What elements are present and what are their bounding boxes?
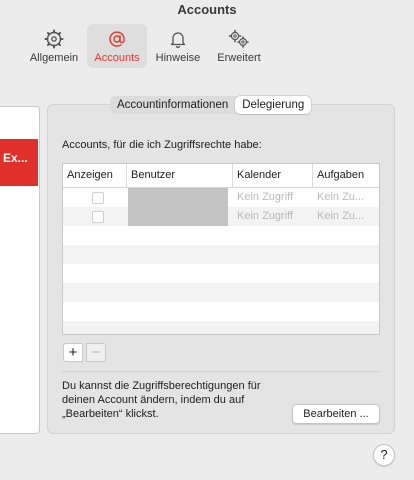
toolbar-hinweise-label: Hinweise <box>155 52 201 64</box>
user-name-redacted <box>128 188 228 207</box>
table-header: Anzeigen Benutzer Kalender Aufgaben <box>63 164 379 188</box>
bell-icon <box>151 29 205 51</box>
delegation-description: Accounts, für die ich Zugriffsrechte hab… <box>62 139 262 151</box>
table-row-empty <box>63 283 379 302</box>
divider <box>62 371 379 372</box>
table-row-empty <box>63 226 379 245</box>
table-row-empty <box>63 302 379 321</box>
toolbar-erweitert[interactable]: Erweitert <box>210 24 268 68</box>
window-title: Accounts <box>177 2 237 17</box>
user-name-redacted <box>128 207 228 226</box>
column-header-anzeigen[interactable]: Anzeigen <box>63 164 127 187</box>
calendar-access[interactable]: Kein Zugriff <box>237 207 309 226</box>
toolbar-erweitert-label: Erweitert <box>217 52 261 64</box>
tasks-access[interactable]: Kein Zu... <box>317 207 377 226</box>
tasks-access[interactable]: Kein Zu... <box>317 188 377 207</box>
gear-icon <box>25 29 83 51</box>
calendar-access[interactable]: Kein Zugriff <box>237 188 309 207</box>
tab-segmented-control: Accountinformationen Delegierung <box>110 96 312 114</box>
account-list-item-selected[interactable]: Ex... <box>0 139 38 186</box>
table-row-empty <box>63 321 379 334</box>
tab-accountinformationen[interactable]: Accountinformationen <box>110 96 235 114</box>
column-header-kalender[interactable]: Kalender <box>233 164 313 187</box>
toolbar-accounts[interactable]: Accounts <box>87 24 147 68</box>
edit-button[interactable]: Bearbeiten ... <box>292 404 380 424</box>
toolbar-allgemein-label: Allgemein <box>29 52 79 64</box>
tab-delegierung[interactable]: Delegierung <box>235 96 312 114</box>
add-button[interactable]: + <box>63 343 83 362</box>
show-checkbox[interactable] <box>92 192 104 204</box>
toolbar-accounts-label: Accounts <box>94 52 140 64</box>
help-button[interactable]: ? <box>373 444 395 466</box>
show-checkbox[interactable] <box>92 211 104 223</box>
gears-icon <box>210 29 268 51</box>
delegation-table[interactable]: Anzeigen Benutzer Kalender Aufgaben Kein… <box>62 163 380 335</box>
at-sign-icon <box>87 29 147 51</box>
footer-text: Du kannst die Zugriffsberechtigungen für… <box>62 380 261 420</box>
column-header-aufgaben[interactable]: Aufgaben <box>313 164 379 187</box>
column-header-benutzer[interactable]: Benutzer <box>127 164 233 187</box>
toolbar-allgemein[interactable]: Allgemein <box>25 24 83 68</box>
remove-button[interactable]: − <box>86 343 106 362</box>
table-row[interactable]: Kein Zugriff Kein Zu... <box>63 188 379 207</box>
toolbar-hinweise[interactable]: Hinweise <box>151 24 205 68</box>
table-row-empty <box>63 264 379 283</box>
table-row-empty <box>63 245 379 264</box>
table-row[interactable]: Kein Zugriff Kein Zu... <box>63 207 379 226</box>
